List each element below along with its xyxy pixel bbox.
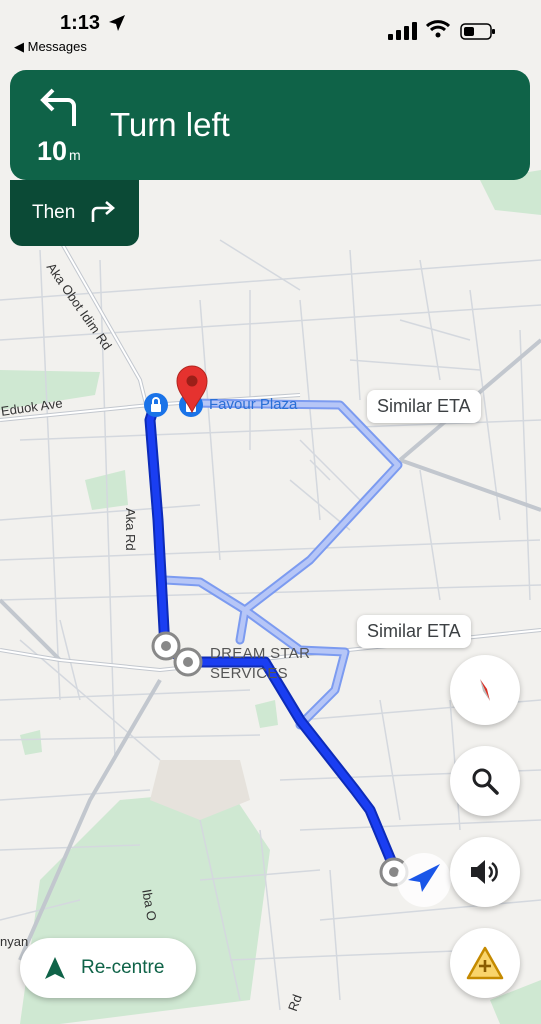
traffic-light-icon — [173, 647, 203, 677]
road-label-aka: Aka Rd — [123, 508, 138, 551]
navigation-arrow-icon — [45, 957, 65, 979]
recentre-label: Re-centre — [81, 957, 165, 978]
current-location-arrow-icon — [397, 853, 451, 907]
cellular-signal-icon — [388, 22, 417, 40]
add-report-icon — [466, 946, 504, 980]
lock-pin-icon — [144, 393, 168, 417]
wifi-icon — [426, 20, 450, 38]
sound-button[interactable] — [450, 837, 520, 907]
maneuver-distance: 10 m — [37, 136, 81, 167]
next-maneuver-box[interactable]: Then — [10, 180, 139, 246]
speaker-icon — [471, 860, 498, 884]
distance-value: 10 — [37, 136, 68, 166]
location-services-icon — [109, 15, 125, 31]
turn-instruction-text: Turn left — [110, 106, 230, 143]
turn-right-arrow-icon — [91, 201, 115, 222]
recentre-button[interactable]: Re-centre — [20, 938, 196, 998]
search-icon — [472, 768, 499, 795]
eta-chip[interactable]: Similar ETA — [357, 615, 471, 648]
turn-left-arrow-icon — [40, 88, 76, 126]
status-bar: 1:13 ◀ Messages — [0, 0, 541, 60]
business-label[interactable]: DREAM STAR SERVICES — [210, 644, 310, 684]
business-label-line1: DREAM STAR — [210, 645, 311, 662]
destination-label[interactable]: Favour Plaza — [209, 396, 297, 413]
eta-chip[interactable]: Similar ETA — [367, 390, 481, 423]
compass-button[interactable] — [450, 655, 520, 725]
battery-icon — [460, 23, 495, 40]
back-to-messages-link[interactable]: ◀ Messages — [14, 39, 87, 55]
distance-unit: m — [69, 147, 81, 163]
destination-pin-icon[interactable] — [175, 364, 209, 414]
status-time: 1:13 — [60, 12, 101, 34]
turn-instruction-banner[interactable]: 10 m Turn left — [10, 70, 530, 180]
then-label: Then — [32, 202, 76, 223]
business-label-line2: SERVICES — [210, 665, 288, 682]
road-label-nyan: nyan — [0, 934, 29, 949]
search-button[interactable] — [450, 746, 520, 816]
report-incident-button[interactable] — [450, 928, 520, 998]
compass-icon — [480, 679, 490, 701]
